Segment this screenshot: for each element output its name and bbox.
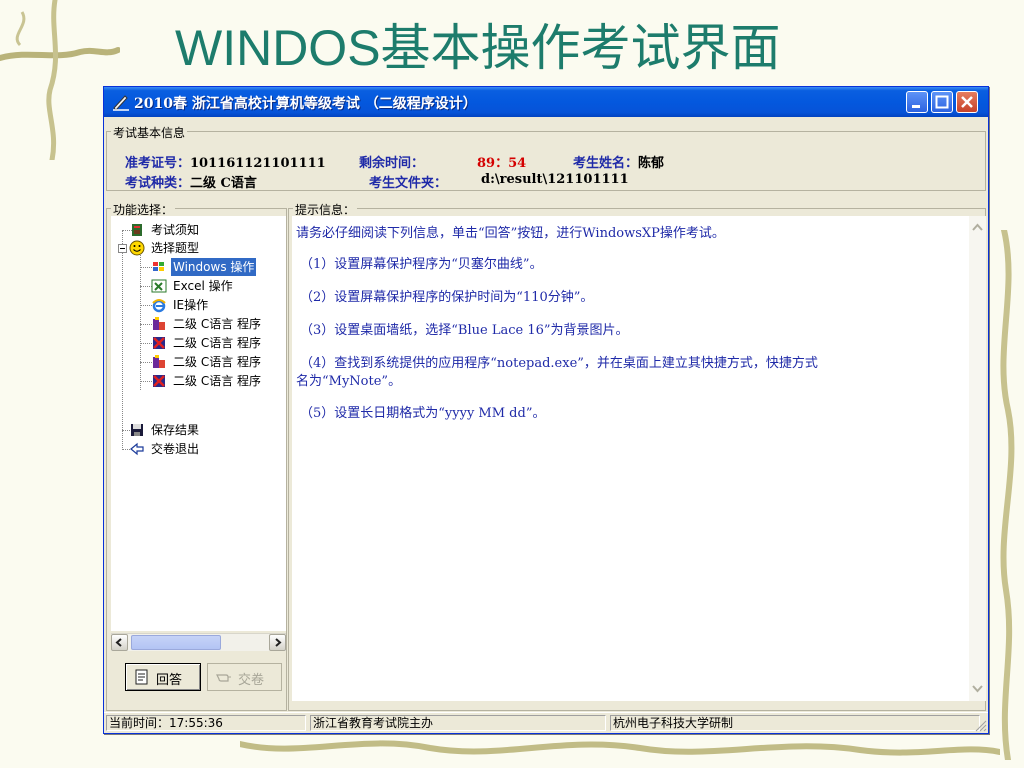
name-value: 陈郁 xyxy=(638,156,665,171)
arrow-up-icon xyxy=(972,223,983,231)
time-label: 剩余时间： xyxy=(359,156,425,171)
hint-step-4-cont: 名为“MyNote”。 xyxy=(296,374,402,389)
type-label: 考试种类： xyxy=(125,176,191,191)
tree-collapse-toggle[interactable] xyxy=(118,244,127,253)
scroll-left-button[interactable] xyxy=(111,634,128,651)
maximize-button[interactable] xyxy=(931,91,953,113)
hint-group: 提示信息： 请务必仔细阅读下列信息，单击“回答”按钮，进行WindowsXP操作… xyxy=(288,201,986,711)
folder-value: d:\result\121101111 xyxy=(481,172,629,187)
name-label: 考生姓名： xyxy=(573,156,639,171)
scroll-right-button[interactable] xyxy=(269,634,286,651)
time-value: 89：54 xyxy=(477,156,527,171)
exam-info-label: 考试基本信息 xyxy=(111,124,188,141)
arrow-right-icon xyxy=(275,638,282,647)
status-developer: 杭州电子科技大学研制 xyxy=(610,715,980,731)
excel-icon xyxy=(151,279,167,293)
hint-step-1: （1）设置屏幕保护程序为“贝塞尔曲线”。 xyxy=(300,257,543,272)
scroll-thumb[interactable] xyxy=(131,635,221,650)
arrow-left-icon xyxy=(115,638,122,647)
program-red-icon xyxy=(153,375,165,387)
floppy-icon xyxy=(131,424,143,436)
program-icon xyxy=(153,355,165,368)
time-value-field: 89：54 xyxy=(477,152,526,171)
program-icon xyxy=(153,317,165,330)
type-value: 二级 C语言 xyxy=(190,176,257,191)
vine-decoration-left xyxy=(0,0,120,160)
window-title: 2010春 浙江省高校计算机等级考试 （二级程序设计） xyxy=(134,96,477,112)
arrow-down-icon xyxy=(972,685,983,693)
type-field: 考试种类：二级 C语言 xyxy=(125,172,257,191)
function-group: 功能选择： 考试须知 选择题型 Windows 操作 Excel 操作 IE操作… xyxy=(106,201,287,711)
pen-icon xyxy=(113,95,129,111)
name-field: 考生姓名：陈郁 xyxy=(573,152,664,171)
title-bar[interactable]: 2010春 浙江省高校计算机等级考试 （二级程序设计） xyxy=(104,87,988,117)
exam-info-group: 考试基本信息 准考证号：101161121101111 剩余时间： 89：54 … xyxy=(106,124,986,191)
minimize-button[interactable] xyxy=(906,91,928,113)
close-icon xyxy=(961,96,973,108)
status-time: 当前时间：17:55:36 xyxy=(106,715,306,731)
close-button[interactable] xyxy=(956,91,978,113)
resize-grip-icon[interactable] xyxy=(973,718,987,732)
answer-icon xyxy=(135,669,148,685)
answer-button[interactable]: 回答 xyxy=(125,663,201,691)
hint-vertical-scrollbar[interactable] xyxy=(969,216,986,701)
status-bar: 当前时间：17:55:36 浙江省教育考试院主办 杭州电子科技大学研制 xyxy=(104,712,988,733)
folder-field: 考生文件夹： xyxy=(369,172,447,191)
tree-horizontal-scrollbar[interactable] xyxy=(111,633,286,651)
hint-step-4: （4）查找到系统提供的应用程序“notepad.exe”，并在桌面上建立其快捷方… xyxy=(300,356,818,371)
minimize-icon xyxy=(912,105,920,108)
folder-value-field: d:\result\121101111 xyxy=(481,172,629,187)
exit-arrow-icon xyxy=(130,442,144,456)
hint-step-2: （2）设置屏幕保护程序的保护时间为“110分钟”。 xyxy=(300,290,594,305)
time-field: 剩余时间： xyxy=(359,152,424,171)
ie-icon xyxy=(152,299,166,313)
exam-info-row-1: 准考证号：101161121101111 xyxy=(125,152,326,171)
function-tree[interactable]: 考试须知 选择题型 Windows 操作 Excel 操作 IE操作 二级 C语… xyxy=(111,216,286,631)
status-organizer: 浙江省教育考试院主办 xyxy=(310,715,606,731)
program-red-icon xyxy=(153,337,165,349)
slide-title: WINDOS基本操作考试界面 xyxy=(175,20,781,76)
smiley-icon xyxy=(129,240,145,256)
maximize-icon xyxy=(935,95,949,109)
pointing-hand-icon xyxy=(216,674,231,682)
ticket-value: 101161121101111 xyxy=(190,156,326,171)
windows-flag-icon xyxy=(153,262,164,271)
exam-window: 2010春 浙江省高校计算机等级考试 （二级程序设计） 考试基本信息 准考证号：… xyxy=(103,86,989,734)
folder-label: 考生文件夹： xyxy=(369,176,448,191)
info-book-icon xyxy=(132,224,142,236)
ticket-label: 准考证号： xyxy=(125,156,191,171)
hint-step-5: （5）设置长日期格式为“yyyy MM dd”。 xyxy=(300,406,546,421)
vine-decoration-right xyxy=(1000,230,1015,760)
submit-button[interactable]: 交卷 xyxy=(207,663,282,691)
hint-intro: 请务必仔细阅读下列信息，单击“回答”按钮，进行WindowsXP操作考试。 xyxy=(296,226,725,241)
hint-text-area[interactable]: 请务必仔细阅读下列信息，单击“回答”按钮，进行WindowsXP操作考试。 （1… xyxy=(292,216,986,701)
hint-step-3: （3）设置桌面墙纸，选择“Blue Lace 16”为背景图片。 xyxy=(300,323,629,338)
vine-decoration-bottom xyxy=(240,740,1000,756)
